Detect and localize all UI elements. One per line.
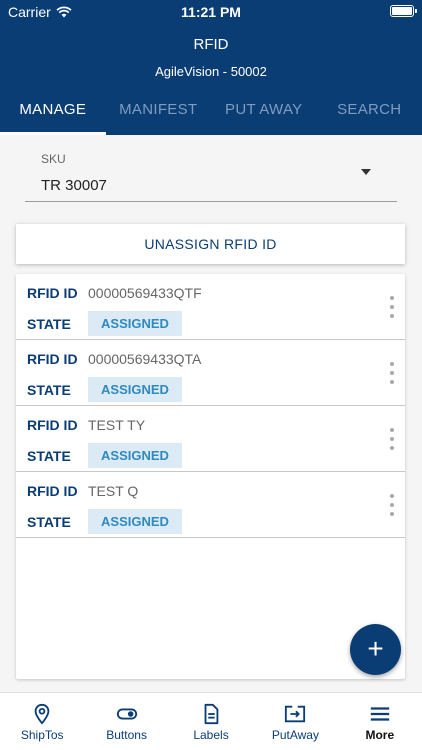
app-header: Carrier 11:21 PM RFID AgileVision - 5000… — [0, 0, 422, 135]
sku-value: TR 30007 — [41, 177, 107, 194]
tab-search[interactable]: SEARCH — [317, 96, 422, 135]
rfid-id-label: RFID ID — [27, 351, 78, 367]
clock: 11:21 PM — [181, 4, 241, 20]
sku-dropdown[interactable]: SKU TR 30007 — [25, 150, 397, 202]
state-label: STATE — [27, 448, 71, 464]
status-badge: ASSIGNED — [88, 311, 182, 336]
tab-bar: MANAGE MANIFEST PUT AWAY SEARCH — [0, 96, 422, 135]
document-icon — [204, 703, 219, 725]
tabbar-item-putaway[interactable]: PutAway — [253, 693, 337, 750]
status-badge: ASSIGNED — [88, 509, 182, 534]
battery-icon — [390, 5, 417, 17]
location-pin-icon — [34, 703, 50, 725]
more-options-icon[interactable] — [389, 296, 395, 318]
rfid-id-label: RFID ID — [27, 483, 78, 499]
rfid-id-value: 00000569433QTF — [88, 285, 202, 301]
bottom-tab-bar: ShipTos Buttons Labels PutAway More — [0, 692, 422, 750]
sku-label: SKU — [41, 152, 66, 166]
dropdown-caret-icon[interactable] — [361, 169, 371, 175]
hamburger-menu-icon — [370, 707, 389, 721]
status-badge: ASSIGNED — [88, 443, 182, 468]
status-bar: Carrier 11:21 PM — [0, 0, 422, 24]
rfid-list: RFID ID 00000569433QTF STATE ASSIGNED RF… — [16, 274, 405, 679]
rfid-id-value: TEST TY — [88, 417, 146, 433]
rfid-id-value: 00000569433QTA — [88, 351, 202, 367]
tabbar-item-shiptos[interactable]: ShipTos — [0, 693, 84, 750]
unassign-rfid-button[interactable]: UNASSIGN RFID ID — [16, 224, 405, 264]
rfid-id-value: TEST Q — [88, 483, 139, 499]
tabbar-item-labels[interactable]: Labels — [169, 693, 253, 750]
more-options-icon[interactable] — [389, 428, 395, 450]
state-label: STATE — [27, 382, 71, 398]
more-options-icon[interactable] — [389, 362, 395, 384]
tab-manage[interactable]: MANAGE — [0, 96, 106, 135]
list-item[interactable]: RFID ID TEST TY STATE ASSIGNED — [16, 406, 405, 472]
tabbar-label: PutAway — [271, 728, 319, 742]
tabbar-label: More — [365, 728, 395, 742]
rfid-id-label: RFID ID — [27, 285, 78, 301]
page-title: RFID — [193, 36, 229, 53]
rfid-id-label: RFID ID — [27, 417, 78, 433]
tabbar-label: Buttons — [106, 728, 147, 742]
state-label: STATE — [27, 514, 71, 530]
page-subtitle: AgileVision - 50002 — [155, 64, 267, 79]
tabbar-item-more[interactable]: More — [338, 693, 422, 750]
tabbar-item-buttons[interactable]: Buttons — [84, 693, 168, 750]
status-badge: ASSIGNED — [88, 377, 182, 402]
tab-manifest[interactable]: MANIFEST — [106, 96, 212, 135]
tab-put-away[interactable]: PUT AWAY — [211, 96, 317, 135]
tabbar-label: ShipTos — [20, 728, 64, 742]
toggle-icon — [116, 708, 137, 720]
list-item[interactable]: RFID ID 00000569433QTF STATE ASSIGNED — [16, 274, 405, 340]
list-item[interactable]: RFID ID 00000569433QTA STATE ASSIGNED — [16, 340, 405, 406]
tabbar-label: Labels — [193, 728, 229, 742]
add-button[interactable]: + — [350, 624, 401, 675]
put-away-icon — [285, 705, 306, 723]
state-label: STATE — [27, 316, 71, 332]
more-options-icon[interactable] — [389, 494, 395, 516]
list-item[interactable]: RFID ID TEST Q STATE ASSIGNED — [16, 472, 405, 538]
